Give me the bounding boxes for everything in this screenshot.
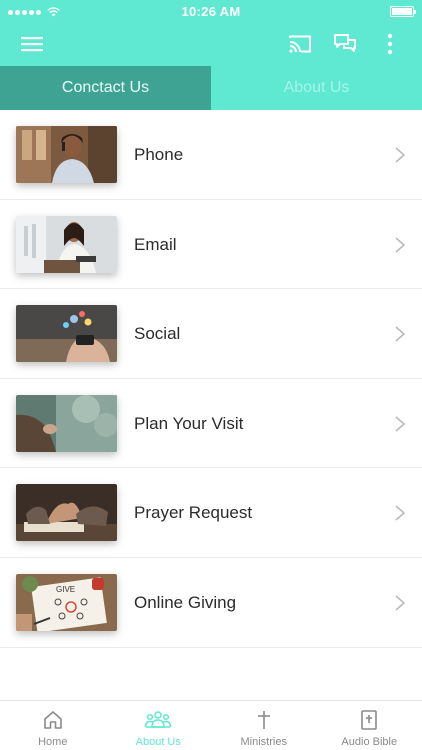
nav-audio-bible[interactable]: Audio Bible <box>317 701 422 750</box>
list-item-label: Prayer Request <box>134 503 253 523</box>
list-item-email[interactable]: Email <box>0 200 422 290</box>
tab-bar: Conctact Us About Us <box>0 66 422 110</box>
nav-label: Ministries <box>240 736 287 748</box>
list-item-social[interactable]: Social <box>0 289 422 379</box>
chevron-right-icon <box>395 237 406 253</box>
status-bar: 10:26 AM <box>0 0 422 22</box>
nav-ministries[interactable]: Ministries <box>211 701 317 750</box>
app-bar <box>0 22 422 66</box>
list-item-label: Online Giving <box>134 592 237 612</box>
svg-text:GIVE: GIVE <box>56 585 75 594</box>
menu-icon[interactable] <box>18 30 46 58</box>
list-item-prayer-request[interactable]: Prayer Request <box>0 468 422 558</box>
online-giving-thumbnail: GIVE <box>16 573 117 631</box>
people-icon <box>145 711 172 728</box>
more-vert-icon[interactable] <box>376 30 404 58</box>
cast-icon[interactable] <box>286 30 314 58</box>
nav-label: About Us <box>135 736 181 748</box>
social-thumbnail <box>16 305 117 363</box>
bible-icon <box>361 710 378 730</box>
list-item-label: Phone <box>134 145 184 164</box>
prayer-request-thumbnail <box>16 484 117 542</box>
cross-icon <box>257 711 270 729</box>
phone-thumbnail <box>16 126 117 183</box>
chevron-right-icon <box>395 505 406 521</box>
bottom-nav: Home About Us Ministries Audio Bible <box>0 700 422 750</box>
nav-home[interactable]: Home <box>0 701 106 750</box>
list-item-plan-your-visit[interactable]: Plan Your Visit <box>0 379 422 469</box>
list-item-phone[interactable]: Phone <box>0 110 422 200</box>
status-time: 10:26 AM <box>181 4 241 19</box>
list-item-label: Plan Your Visit <box>134 413 244 433</box>
tab-contact-us[interactable]: Conctact Us <box>0 66 211 110</box>
tab-about-us[interactable]: About Us <box>211 66 422 110</box>
home-icon <box>43 711 62 729</box>
chevron-right-icon <box>395 416 406 432</box>
contact-list: Phone Email Social Plan Your Visit Praye… <box>0 110 422 648</box>
email-thumbnail <box>16 215 117 273</box>
chat-icon[interactable] <box>331 30 359 58</box>
nav-about-us[interactable]: About Us <box>106 701 212 750</box>
chevron-right-icon <box>395 326 406 342</box>
nav-label: Home <box>38 736 68 748</box>
list-item-label: Social <box>134 324 181 344</box>
nav-label: Audio Bible <box>341 736 398 748</box>
chevron-right-icon <box>395 147 406 163</box>
chevron-right-icon <box>395 595 406 611</box>
list-item-label: Email <box>134 234 177 254</box>
list-item-online-giving[interactable]: GIVE Online Giving <box>0 558 422 648</box>
battery-icon <box>390 6 416 17</box>
plan-your-visit-thumbnail <box>16 394 117 452</box>
